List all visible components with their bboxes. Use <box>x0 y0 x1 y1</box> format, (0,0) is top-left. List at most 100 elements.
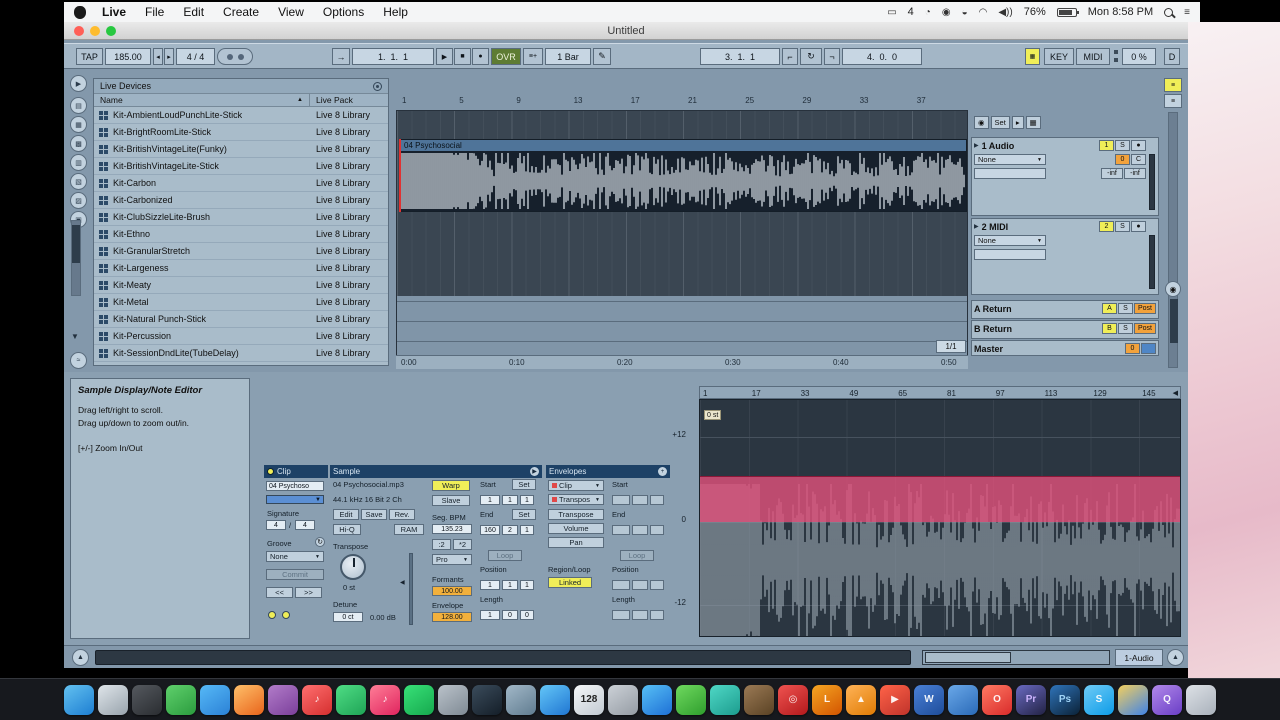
track-name[interactable]: Master <box>974 344 1124 354</box>
selected-track-label[interactable]: 1-Audio <box>1115 649 1163 666</box>
dock-icon-mission-control[interactable] <box>132 684 162 715</box>
overview-handle[interactable] <box>925 652 1011 663</box>
menu-help[interactable]: Help <box>383 5 408 19</box>
menu-file[interactable]: File <box>145 5 164 19</box>
zoom-back-button[interactable]: ◉ <box>1165 281 1181 297</box>
return-track-lanes[interactable] <box>397 296 967 356</box>
browser-column-header[interactable]: Name ▲ Live Pack <box>94 94 388 107</box>
browser-row[interactable]: Kit-Carbonized Live 8 Library <box>94 192 388 209</box>
double-tempo-button[interactable]: *2 <box>453 539 472 550</box>
dock-icon-safari[interactable] <box>642 684 672 715</box>
audio-status-icon[interactable]: ◒ <box>962 7 968 18</box>
browser-rail-icon-6[interactable]: ▨ <box>70 192 87 209</box>
arrangement-bar-ruler[interactable]: 1 5 9 13 17 21 25 29 33 37 <box>396 90 968 106</box>
linked-toggle[interactable]: Linked <box>548 577 592 588</box>
dock-icon-itunes[interactable]: ♪ <box>370 684 400 715</box>
dock-icon-green-app[interactable] <box>336 684 366 715</box>
dock-icon-blue-app[interactable] <box>948 684 978 715</box>
column-live-pack[interactable]: Live Pack <box>316 95 353 105</box>
envelope-field[interactable]: 128.00 <box>432 612 472 622</box>
play-button[interactable]: ▶ <box>436 48 453 65</box>
display-cast-icon[interactable]: ▭ <box>887 7 896 18</box>
dock-icon-spotify[interactable] <box>404 684 434 715</box>
overview-scroller[interactable] <box>922 650 1110 665</box>
rail-scroll-down-icon[interactable]: ▼ <box>71 332 79 341</box>
browser-row[interactable]: Kit-SessionDndLite(TubeDelay) Live 8 Libr… <box>94 345 388 362</box>
fold-track-icon[interactable]: ▶ <box>974 142 979 149</box>
show-info-button[interactable]: ▲ <box>72 649 89 666</box>
envelopes-add-icon[interactable]: + <box>658 467 667 476</box>
dock-icon-target[interactable]: ◎ <box>778 684 808 715</box>
length-beat-field[interactable]: 0 <box>502 610 518 620</box>
locator-marker-icon[interactable]: ◉ <box>974 116 989 129</box>
warp-mode-chooser[interactable]: Pro ▼ <box>432 554 472 565</box>
track-header-master[interactable]: Master 0 <box>971 340 1159 356</box>
quick-volume-button[interactable]: Volume <box>548 523 604 534</box>
solo-button[interactable]: S <box>1118 323 1133 334</box>
formants-field[interactable]: 100.00 <box>432 586 472 596</box>
groove-refresh-icon[interactable]: ↻ <box>315 537 325 547</box>
dock-icon-libreoffice[interactable]: L <box>812 684 842 715</box>
clip-switch-icon[interactable] <box>268 611 276 619</box>
dock-icon-music[interactable]: ♪ <box>302 684 332 715</box>
nudge-back-button[interactable]: << <box>266 587 293 598</box>
transpose-knob[interactable] <box>340 554 366 580</box>
quick-transpose-button[interactable]: Transpose <box>548 509 604 520</box>
track-header-return-a[interactable]: A Return A S Post <box>971 300 1159 319</box>
punch-out-button[interactable]: ¬ <box>824 48 840 65</box>
envelope-device-chooser[interactable]: Clip ▼ <box>548 480 604 491</box>
browser-rail-icon-3[interactable]: ▩ <box>70 135 87 152</box>
next-locator-button[interactable]: ▸ <box>1011 116 1024 129</box>
browser-rail-icon-5[interactable]: ▧ <box>70 173 87 190</box>
browser-row[interactable]: Kit-BrightRoomLite-Stick Live 8 Library <box>94 124 388 141</box>
browser-row[interactable]: Kit-Largeness Live 8 Library <box>94 260 388 277</box>
browser-row[interactable]: Kit-Carbon Live 8 Library <box>94 175 388 192</box>
clip-color-chooser[interactable]: ▼ <box>266 495 324 504</box>
arrangement-time-ruler[interactable]: 0:00 0:10 0:20 0:30 0:40 0:50 <box>396 355 968 369</box>
track-header-midi[interactable]: ▶ 2 MIDI 2 S ● None ▼ <box>971 218 1159 295</box>
clip-name-field[interactable]: 04 Psychoso <box>266 481 324 491</box>
show-clip-view-button[interactable]: ▲ <box>1167 649 1184 666</box>
nudge-down-button[interactable]: ◂ <box>153 48 163 65</box>
detune-field[interactable]: 0 ct <box>333 612 363 622</box>
dock-icon-purple-app[interactable] <box>268 684 298 715</box>
tap-tempo-button[interactable]: TAP <box>76 48 103 65</box>
clip-activator-icon[interactable] <box>267 468 274 475</box>
rail-scrollbar[interactable] <box>71 220 81 296</box>
quantize-menu[interactable]: 1 Bar <box>545 48 591 65</box>
slave-toggle[interactable]: Slave <box>432 495 470 506</box>
browser-rail-icon-1[interactable]: ▤ <box>70 97 87 114</box>
length-bar-field[interactable]: 1 <box>480 610 500 620</box>
sample-loop-toggle[interactable]: Loop <box>488 550 522 561</box>
vertical-scrollbar[interactable] <box>1168 112 1178 368</box>
dock-icon-photo-booth[interactable] <box>166 684 196 715</box>
arm-button[interactable]: ● <box>1131 140 1146 151</box>
dock-icon-word[interactable]: W <box>914 684 944 715</box>
track-activator[interactable]: A <box>1102 303 1117 314</box>
arrangement-position-field[interactable]: 1. 1. 1 <box>352 48 434 65</box>
env-end-bar-field[interactable] <box>612 525 630 535</box>
master-pan-field[interactable] <box>1141 343 1156 354</box>
track-name[interactable]: A Return <box>974 304 1101 314</box>
sync-status-icon[interactable]: ◔ <box>925 7 931 18</box>
track-activator[interactable]: B <box>1102 323 1117 334</box>
window-titlebar[interactable]: Untitled <box>64 22 1188 40</box>
track-header-audio[interactable]: ▶ 1 Audio 1 S ● None ▼ 0 C -inf -inf <box>971 137 1159 216</box>
env-length-bar-field[interactable] <box>612 610 630 620</box>
overdub-button[interactable]: OVR <box>491 48 521 65</box>
vertical-scrollbar-handle[interactable] <box>1170 299 1178 343</box>
env-position-bar-field[interactable] <box>612 580 630 590</box>
dock-icon-quicktime[interactable]: Q <box>1152 684 1182 715</box>
quick-pan-button[interactable]: Pan <box>548 537 604 548</box>
spotlight-search-icon[interactable] <box>1164 7 1174 17</box>
browser-row[interactable]: Kit-ClubSizzleLite-Brush Live 8 Library <box>94 209 388 226</box>
browser-rail-icon-2[interactable]: ▦ <box>70 116 87 133</box>
dock-icon-finder[interactable] <box>64 684 94 715</box>
groove-chooser[interactable]: None ▼ <box>266 551 324 562</box>
seg-bpm-field[interactable]: 135.23 <box>432 524 472 534</box>
start-beat-field[interactable]: 1 <box>502 495 518 505</box>
dock-icon-messages[interactable] <box>200 684 230 715</box>
draw-mode-button[interactable]: ✎ <box>593 48 611 65</box>
start-sixteenth-field[interactable]: 1 <box>520 495 534 505</box>
output-chooser[interactable] <box>974 168 1046 179</box>
